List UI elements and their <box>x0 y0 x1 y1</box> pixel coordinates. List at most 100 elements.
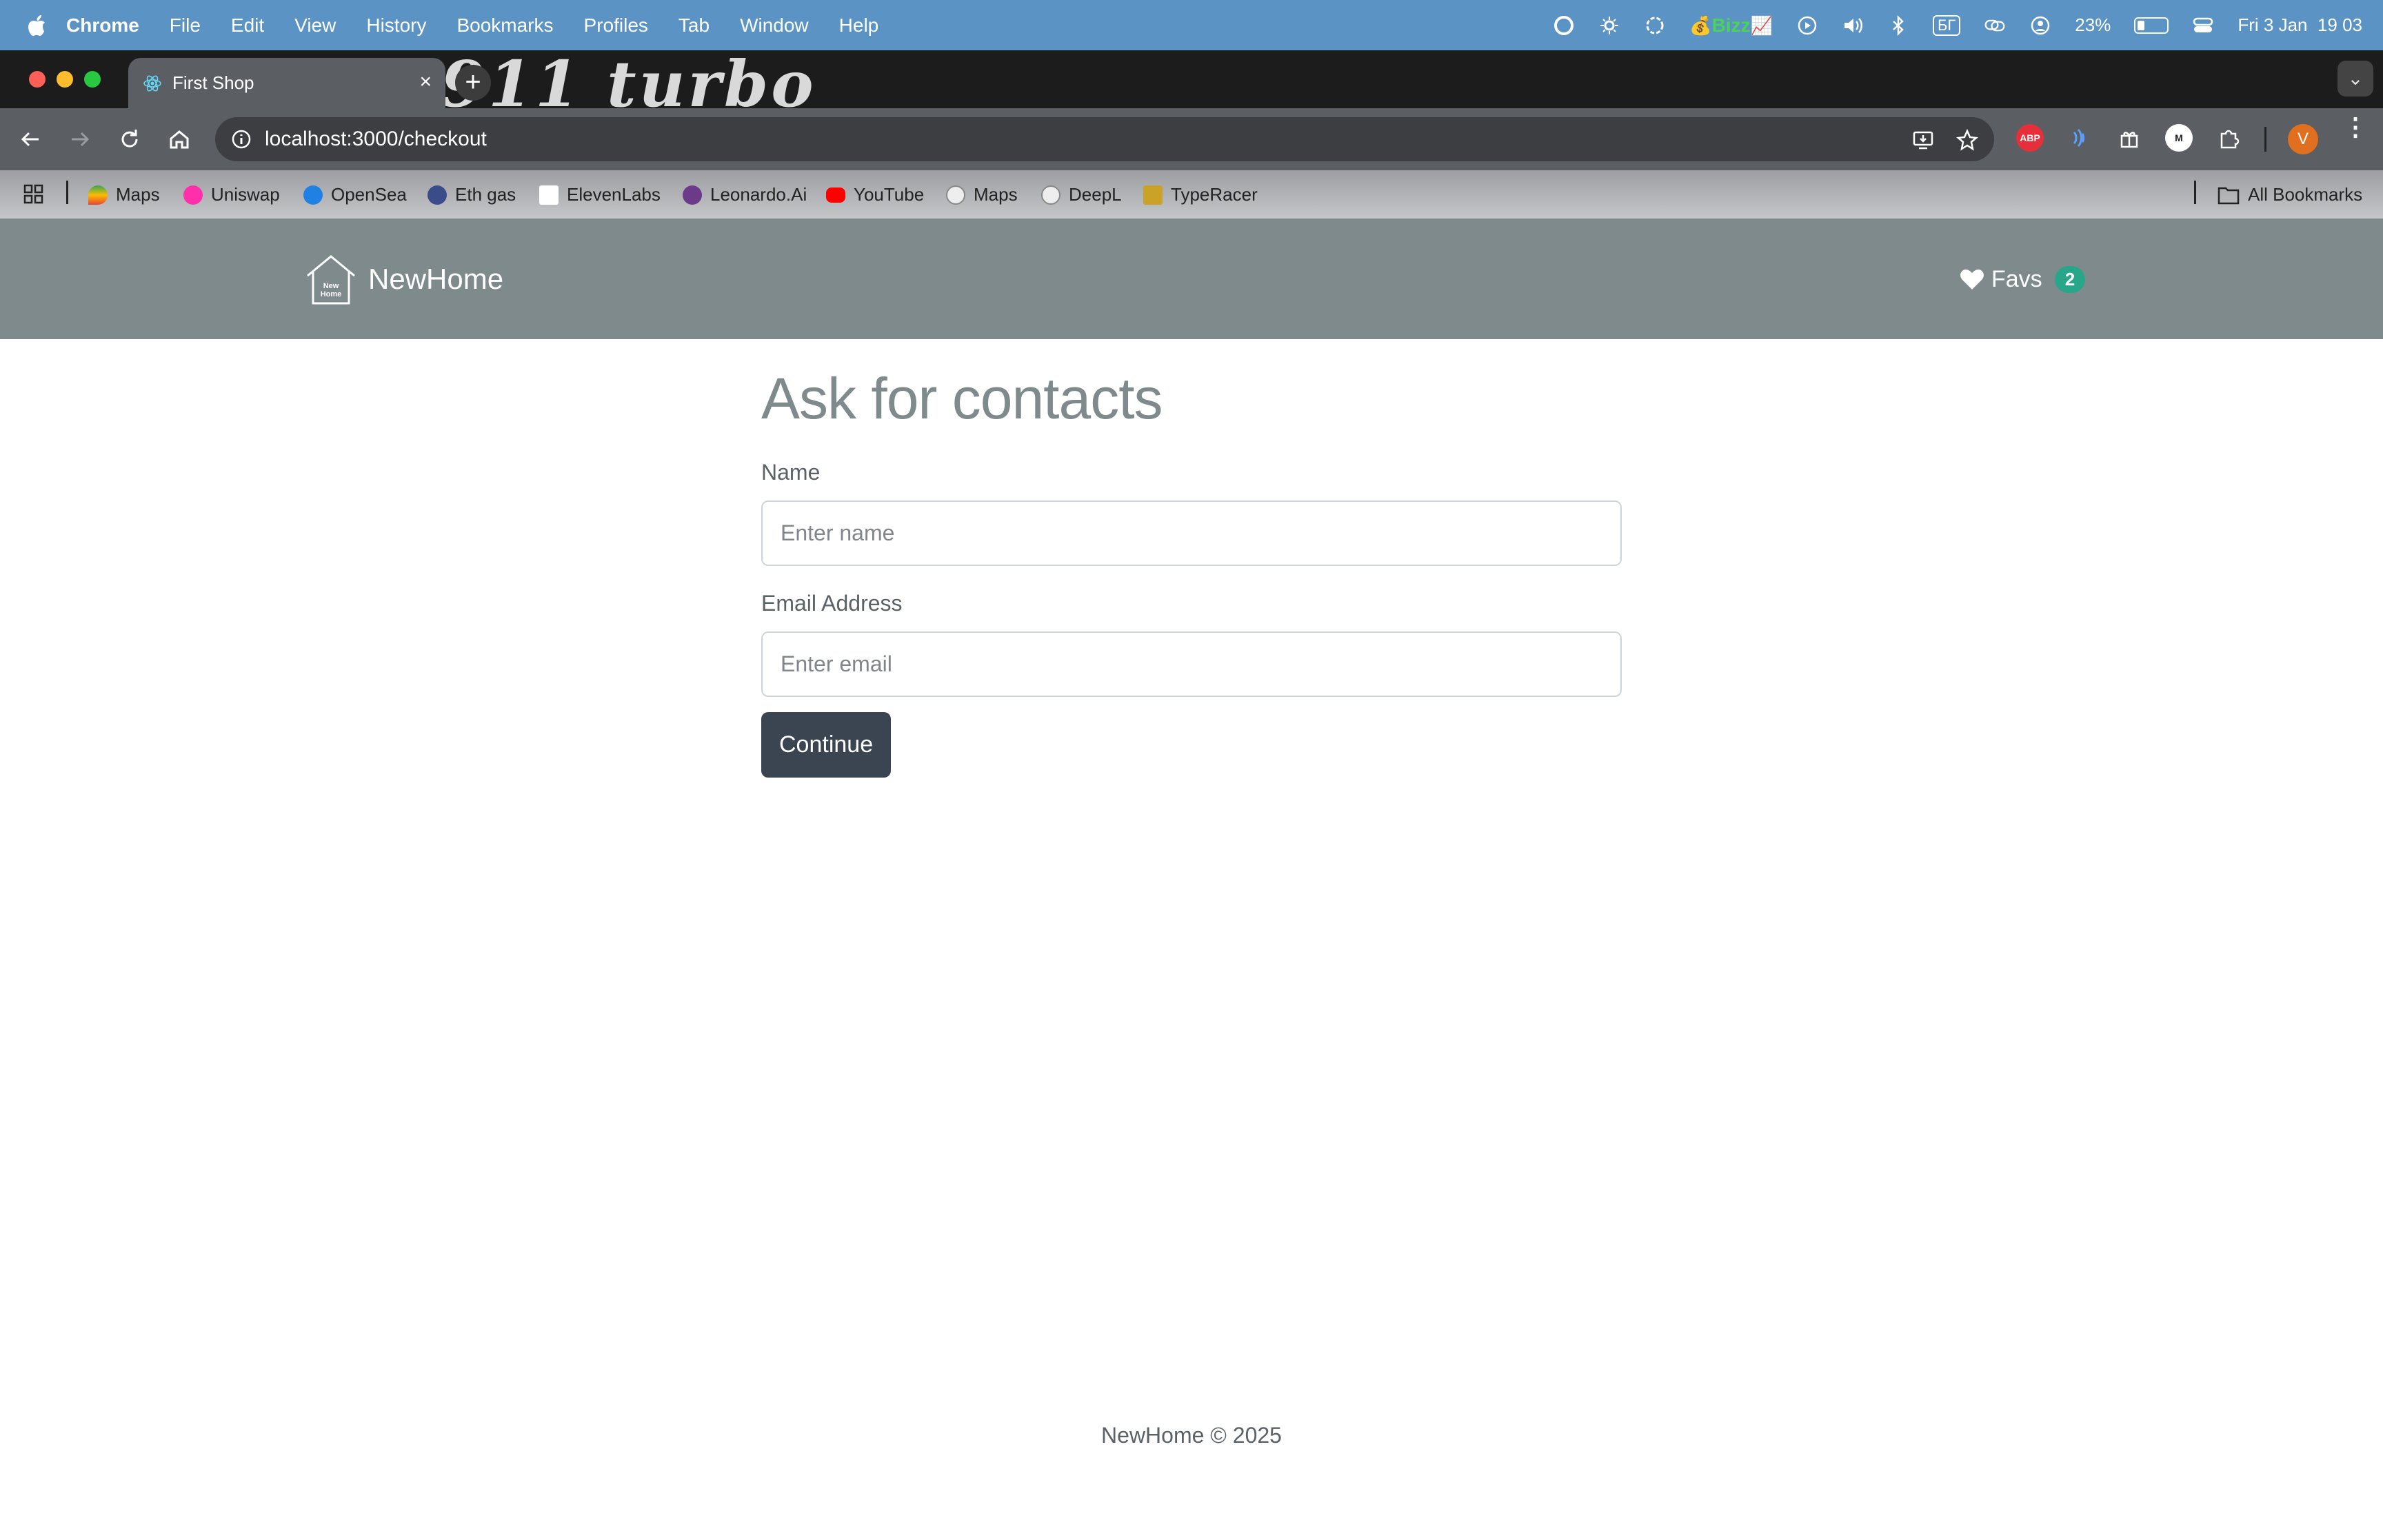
logo-text-home: Home <box>321 290 342 298</box>
bookmark-uniswap[interactable]: Uniswap <box>183 184 280 205</box>
grammarly-icon[interactable] <box>1553 14 1575 37</box>
macos-menubar: Chrome File Edit View History Bookmarks … <box>0 0 2383 50</box>
bookmark-elevenlabs[interactable]: ElevenLabs <box>539 184 661 205</box>
uniswap-icon <box>183 185 203 205</box>
bookmark-label: Leonardo.Ai <box>710 184 807 205</box>
menu-file[interactable]: File <box>170 14 201 37</box>
all-bookmarks-label: All Bookmarks <box>2248 184 2363 205</box>
tab-title: First Shop <box>172 72 254 93</box>
house-logo-icon: New Home <box>307 255 355 305</box>
new-tab-button[interactable]: + <box>455 65 491 101</box>
menu-view[interactable]: View <box>294 14 336 37</box>
bookmark-label: YouTube <box>854 184 925 205</box>
forward-arrow-icon[interactable] <box>65 124 95 154</box>
bookmark-youtube[interactable]: YouTube <box>826 184 924 205</box>
reload-icon[interactable] <box>114 124 145 154</box>
maximize-window-button[interactable] <box>84 71 101 88</box>
react-icon <box>143 75 161 92</box>
logo-text-new: New <box>323 282 339 290</box>
brand-link[interactable]: New Home NewHome <box>303 252 503 306</box>
bookmarks-divider <box>66 181 68 204</box>
all-bookmarks[interactable]: All Bookmarks <box>2218 184 2362 205</box>
menu-bookmarks[interactable]: Bookmarks <box>456 14 553 37</box>
speech-extension-icon[interactable] <box>2064 124 2092 152</box>
play-icon[interactable] <box>1796 14 1818 37</box>
checkout-form: Ask for contacts Name Email Address Cont… <box>761 365 1622 778</box>
footer-copyright: NewHome © 2025 <box>1101 1423 1282 1448</box>
leonardo-icon <box>683 185 702 205</box>
gift-extension-icon[interactable] <box>2115 124 2143 152</box>
favs-link[interactable]: Favs 2 <box>1960 266 2086 293</box>
keyboard-layout-icon[interactable]: БГ <box>1932 14 1961 36</box>
name-input[interactable] <box>761 500 1622 566</box>
continue-button[interactable]: Continue <box>761 712 892 778</box>
favs-count-badge: 2 <box>2054 266 2086 293</box>
adblock-plus-icon[interactable]: ABP <box>2016 124 2044 152</box>
profile-avatar[interactable]: V <box>2288 124 2318 154</box>
close-tab-icon[interactable]: × <box>419 70 432 94</box>
bookmark-star-icon[interactable] <box>1955 128 1979 152</box>
bookmark-maps-2[interactable]: Maps <box>946 184 1018 205</box>
youtube-icon <box>826 187 845 203</box>
home-icon[interactable] <box>164 124 194 154</box>
opensea-icon <box>303 185 323 205</box>
back-arrow-icon[interactable] <box>15 124 46 154</box>
site-info-icon[interactable] <box>230 128 252 150</box>
typeracer-icon <box>1143 185 1163 205</box>
bookmark-typeracer[interactable]: TypeRacer <box>1143 184 1258 205</box>
globe-icon <box>1041 185 1060 205</box>
volume-icon[interactable] <box>1842 14 1864 37</box>
apps-grid-icon[interactable] <box>23 184 44 205</box>
bookmark-leonardo[interactable]: Leonardo.Ai <box>683 184 807 205</box>
minimize-window-button[interactable] <box>57 71 73 88</box>
more-menu-icon[interactable]: ⋮ <box>2343 114 2368 139</box>
install-app-icon[interactable] <box>1911 128 1935 152</box>
money-bag-icon: 💰 <box>1689 14 1712 36</box>
menu-chrome[interactable]: Chrome <box>66 14 139 37</box>
extensions-puzzle-icon[interactable] <box>2215 124 2242 152</box>
chart-up-icon: 📈 <box>1750 14 1773 36</box>
bizz-label: Bizz <box>1711 14 1751 36</box>
screen-mirroring-icon[interactable] <box>1984 14 2006 37</box>
apple-icon[interactable] <box>26 14 47 37</box>
bluetooth-icon[interactable] <box>1887 14 1909 37</box>
bookmark-label: DeepL <box>1069 184 1122 205</box>
heart-icon <box>1960 269 1984 290</box>
tab-first-shop[interactable]: First Shop × <box>128 58 445 108</box>
menu-tab[interactable]: Tab <box>678 14 710 37</box>
name-label: Name <box>761 460 821 485</box>
user-icon[interactable] <box>2029 14 2051 37</box>
folder-icon <box>2218 187 2240 204</box>
bookmark-opensea[interactable]: OpenSea <box>303 184 407 205</box>
menu-edit[interactable]: Edit <box>231 14 264 37</box>
toolbar-divider <box>2264 127 2266 152</box>
menu-window[interactable]: Window <box>740 14 809 37</box>
bookmark-label: TypeRacer <box>1171 184 1258 205</box>
brand-name: NewHome <box>368 263 504 295</box>
battery-percent: 23% <box>2075 14 2111 35</box>
url-text[interactable]: localhost:3000/checkout <box>265 128 487 151</box>
bookmark-eth-gas[interactable]: Eth gas <box>428 184 516 205</box>
control-center-icon[interactable] <box>2192 14 2214 37</box>
maps-icon <box>88 185 108 205</box>
menu-help[interactable]: Help <box>839 14 879 37</box>
favs-label: Favs <box>1991 266 2042 292</box>
page-title: Ask for contacts <box>761 366 1163 431</box>
bookmark-deepl[interactable]: DeepL <box>1041 184 1122 205</box>
datetime[interactable]: Fri 3 Jan 19 03 <box>2238 14 2362 36</box>
metamask-like-icon[interactable]: M <box>2165 124 2193 152</box>
brightness-icon[interactable] <box>1598 14 1620 37</box>
bookmark-label: Maps <box>116 184 160 205</box>
address-bar[interactable]: localhost:3000/checkout <box>215 117 1994 161</box>
email-input[interactable] <box>761 631 1622 697</box>
battery-icon[interactable] <box>2134 17 2169 34</box>
bizz-widget[interactable]: 💰Bizz📈 <box>1689 14 1773 37</box>
close-window-button[interactable] <box>29 71 46 88</box>
menu-history[interactable]: History <box>366 14 426 37</box>
bookmarks-divider <box>2194 181 2196 204</box>
tab-search-chevron-icon[interactable]: ⌄ <box>2337 61 2373 97</box>
bookmark-maps[interactable]: Maps <box>88 184 160 205</box>
chatgpt-icon[interactable] <box>1644 14 1666 37</box>
menu-profiles[interactable]: Profiles <box>584 14 648 37</box>
battery-fill <box>2138 20 2144 30</box>
